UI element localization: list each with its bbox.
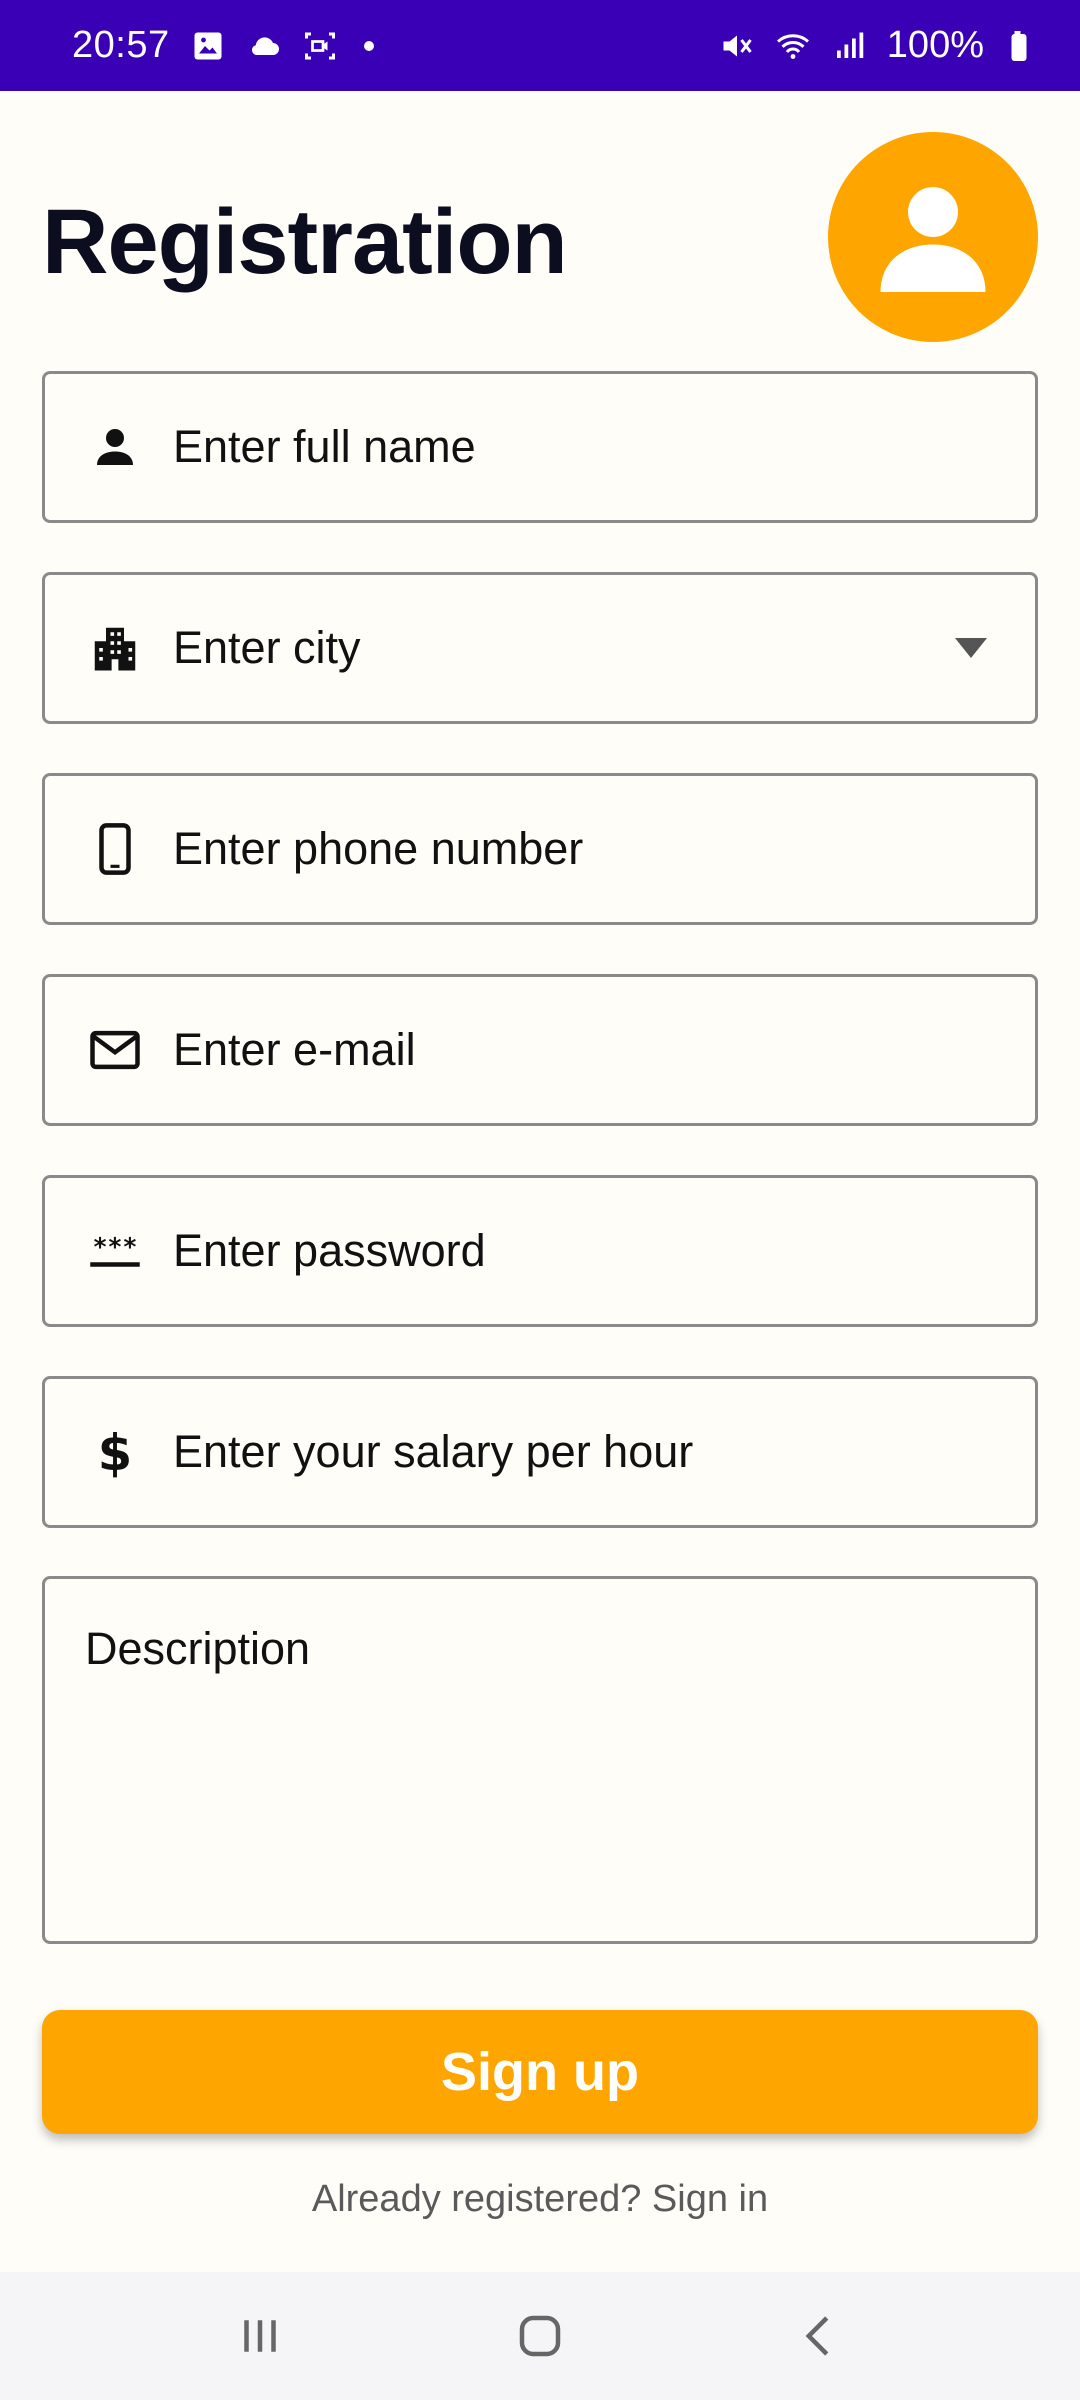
password-input[interactable]	[173, 1178, 1035, 1324]
salary-field[interactable]: $	[42, 1376, 1038, 1528]
home-icon	[519, 2315, 561, 2357]
mute-icon	[719, 28, 755, 64]
svg-text:$: $	[98, 1425, 132, 1479]
status-left: 20:57	[72, 24, 374, 67]
full-name-field[interactable]	[42, 371, 1038, 523]
back-button[interactable]	[775, 2291, 865, 2381]
registration-screen: 20:57 100% Registration Enter full name …	[0, 0, 1080, 2400]
page-title: Registration	[42, 191, 568, 293]
battery-percent: 100%	[886, 24, 984, 66]
phone-field[interactable]	[42, 773, 1038, 925]
phone-icon	[85, 819, 145, 879]
salary-input[interactable]	[173, 1379, 1035, 1525]
navigation-bar	[0, 2272, 1080, 2400]
signin-link[interactable]: Already registered? Sign in	[0, 2178, 1080, 2221]
signal-icon	[831, 28, 867, 64]
person-icon	[85, 417, 145, 477]
building-icon	[85, 618, 145, 678]
phone-input[interactable]	[173, 776, 1035, 922]
dollar-icon: $	[85, 1422, 145, 1482]
dot-icon	[363, 40, 374, 51]
home-button[interactable]	[495, 2291, 585, 2381]
status-time: 20:57	[72, 24, 170, 66]
mail-icon	[85, 1020, 145, 1080]
cloud-icon	[246, 28, 282, 64]
chevron-down-icon[interactable]	[951, 628, 991, 668]
battery-icon	[1004, 28, 1040, 64]
wifi-icon	[775, 28, 811, 64]
signup-button[interactable]: Sign up	[42, 2010, 1038, 2134]
back-icon	[805, 2316, 829, 2356]
full-name-input[interactable]	[173, 374, 1035, 520]
description-input[interactable]	[45, 1579, 1035, 1941]
password-field[interactable]: ***	[42, 1175, 1038, 1327]
city-input[interactable]	[173, 575, 951, 721]
status-bar: 20:57 100%	[0, 0, 1080, 91]
email-input[interactable]	[173, 977, 1035, 1123]
recent-apps-button[interactable]	[215, 2291, 305, 2381]
city-field[interactable]	[42, 572, 1038, 724]
image-icon	[190, 28, 226, 64]
password-icon: ***	[85, 1221, 145, 1281]
description-field[interactable]	[42, 1576, 1038, 1944]
status-right: 100%	[719, 24, 1040, 67]
recent-apps-icon	[244, 2320, 276, 2352]
avatar[interactable]	[828, 132, 1038, 342]
svg-text:***: ***	[93, 1233, 138, 1262]
email-field[interactable]	[42, 974, 1038, 1126]
screen-record-icon	[302, 28, 338, 64]
person-icon	[880, 187, 986, 292]
